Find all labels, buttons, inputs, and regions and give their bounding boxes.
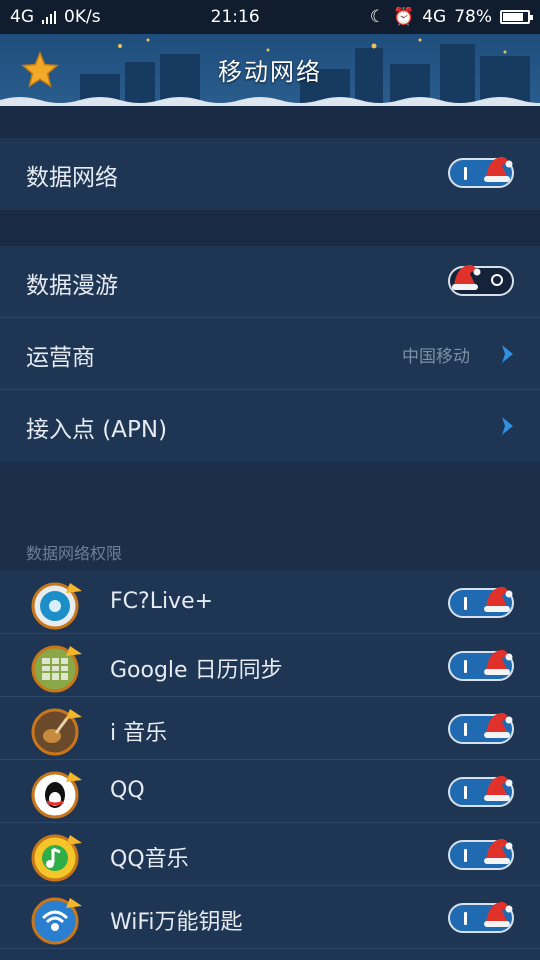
data-roaming-label: 数据漫游: [26, 273, 118, 299]
app-data-toggle[interactable]: [448, 838, 514, 870]
google-calendar-app-icon: [31, 645, 82, 693]
fc-live-app-icon: [31, 582, 82, 630]
apn-label: 接入点 (APN): [26, 417, 168, 443]
row-apn[interactable]: 接入点 (APN): [0, 390, 540, 462]
app-row: Google 日历同步: [0, 634, 540, 697]
network-type: 4G: [422, 7, 447, 27]
row-carrier[interactable]: 运营商 中国移动: [0, 318, 540, 390]
app-data-toggle[interactable]: [448, 775, 514, 807]
data-network-label: 数据网络: [26, 165, 118, 191]
app-name: QQ音乐: [110, 847, 189, 872]
app-name: WiFi万能钥匙: [110, 910, 243, 935]
santa-hat-icon: [484, 775, 513, 801]
row-data-roaming[interactable]: 数据漫游: [0, 246, 540, 318]
page-title: 移动网络: [218, 58, 322, 86]
santa-hat-icon: [484, 712, 513, 738]
app-row: QQ: [0, 760, 540, 823]
santa-hat-icon: [484, 901, 513, 927]
santa-hat-icon: [484, 649, 513, 675]
net-speed: 0K/s: [64, 7, 101, 27]
app-name: FC?Live+: [110, 589, 214, 614]
app-row: FC?Live+: [0, 571, 540, 634]
chevron-right-icon: [502, 417, 513, 435]
wifi-key-app-icon: [31, 897, 82, 945]
alarm-icon: ⏰: [393, 7, 415, 27]
qq-music-app-icon: [31, 834, 82, 882]
moon-icon: ☾: [369, 7, 386, 27]
app-row: QQ音乐: [0, 823, 540, 886]
santa-hat-icon: [484, 838, 513, 864]
clock: 21:16: [210, 7, 260, 27]
app-name: Google 日历同步: [110, 658, 283, 683]
row-data-network[interactable]: 数据网络: [0, 138, 540, 210]
santa-hat-icon: [452, 264, 481, 290]
data-network-toggle[interactable]: [448, 156, 514, 188]
santa-hat-icon: [484, 586, 513, 612]
spacer: [0, 106, 540, 138]
network-label: 4G: [10, 7, 34, 27]
qq-app-icon: [31, 771, 82, 819]
carrier-value: 中国移动: [402, 347, 470, 367]
app-row: i 音乐: [0, 697, 540, 760]
i-music-app-icon: [31, 708, 82, 756]
section-data-network: 数据网络: [0, 138, 540, 210]
app-data-toggle[interactable]: [448, 649, 514, 681]
battery-icon: [500, 10, 533, 24]
carrier-label: 运营商: [26, 345, 95, 371]
app-name: i 音乐: [110, 721, 168, 746]
app-row: WiFi万能钥匙: [0, 886, 540, 949]
app-name: QQ: [110, 778, 145, 803]
santa-hat-icon: [484, 156, 513, 182]
app-data-toggle[interactable]: [448, 586, 514, 618]
app-row-partial: [0, 949, 540, 960]
header: 移动网络: [0, 34, 540, 106]
app-data-toggle[interactable]: [448, 901, 514, 933]
signal-icon: [42, 10, 56, 24]
status-bar: 4G 0K/s 21:16 ☾ ⏰ 4G 78%: [0, 0, 540, 34]
spacer: [0, 210, 540, 246]
permissions-caption: 数据网络权限: [26, 544, 123, 563]
app-data-toggle[interactable]: [448, 712, 514, 744]
data-roaming-toggle[interactable]: [448, 264, 514, 296]
section-roaming: 数据漫游 运营商 中国移动 接入点 (APN): [0, 246, 540, 462]
battery-percent: 78%: [454, 7, 492, 27]
chevron-right-icon: [502, 345, 513, 363]
